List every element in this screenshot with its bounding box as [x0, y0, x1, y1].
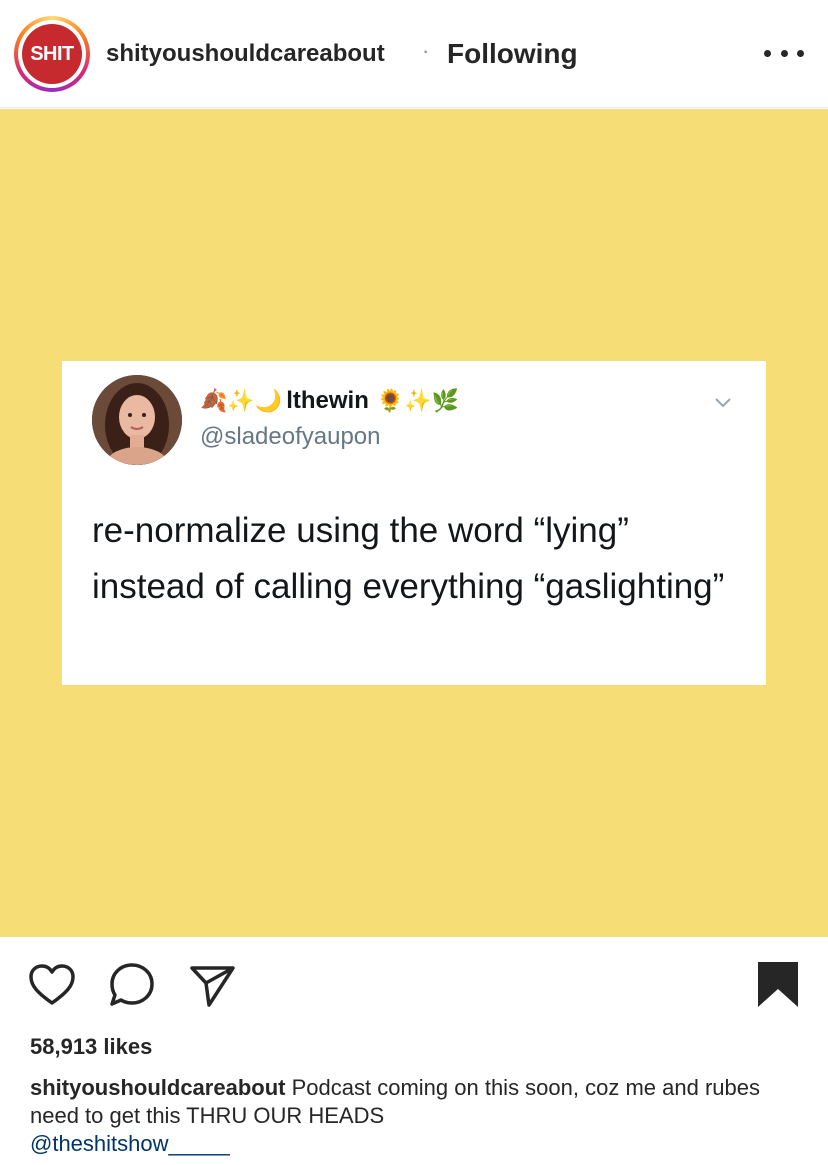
avatar-inner: SHIT — [18, 20, 86, 88]
tweet-handle: @sladeofyaupon — [200, 423, 381, 450]
caption-mention[interactable]: @theshitshow_____ — [30, 1130, 810, 1158]
tweet-avatar — [92, 375, 182, 465]
tweet-display-name: lthewin — [286, 387, 369, 414]
caption: shityoushouldcareabout Podcast coming on… — [30, 1074, 810, 1158]
profile-avatar[interactable]: SHIT — [14, 16, 90, 92]
send-icon[interactable] — [186, 959, 238, 1011]
leaf-moon-emoji: 🍂✨🌙 — [200, 388, 283, 413]
tweet-avatar-portrait — [92, 375, 182, 465]
following-button[interactable]: Following — [447, 38, 578, 70]
tweet-display-name-row: 🍂✨🌙 lthewin 🌻✨🌿 — [200, 387, 463, 415]
action-bar — [0, 937, 828, 1029]
header-username[interactable]: shityoushouldcareabout — [106, 40, 385, 68]
bookmark-filled-icon[interactable] — [752, 959, 804, 1011]
sunflower-herb-emoji: 🌻✨🌿 — [376, 388, 460, 413]
comment-icon[interactable] — [106, 959, 158, 1011]
post-header: SHIT shityoushouldcareabout · Following — [0, 0, 828, 108]
chevron-down-icon — [715, 398, 731, 408]
heart-icon[interactable] — [26, 959, 78, 1011]
more-dot — [797, 49, 804, 57]
likes-count[interactable]: 58,913 likes — [30, 1034, 152, 1060]
more-dot — [780, 49, 788, 57]
post-image[interactable]: 🍂✨🌙 lthewin 🌻✨🌿 @sladeofyaupon re-normal… — [0, 109, 828, 937]
avatar-logo: SHIT — [22, 24, 82, 84]
more-dot — [764, 49, 771, 57]
tweet-card: 🍂✨🌙 lthewin 🌻✨🌿 @sladeofyaupon re-normal… — [62, 361, 766, 685]
caption-username[interactable]: shityoushouldcareabout — [30, 1075, 285, 1100]
tweet-text: re-normalize using the word “lying” inst… — [92, 511, 725, 606]
more-options-icon[interactable] — [764, 46, 804, 60]
header-separator: · — [422, 38, 430, 63]
